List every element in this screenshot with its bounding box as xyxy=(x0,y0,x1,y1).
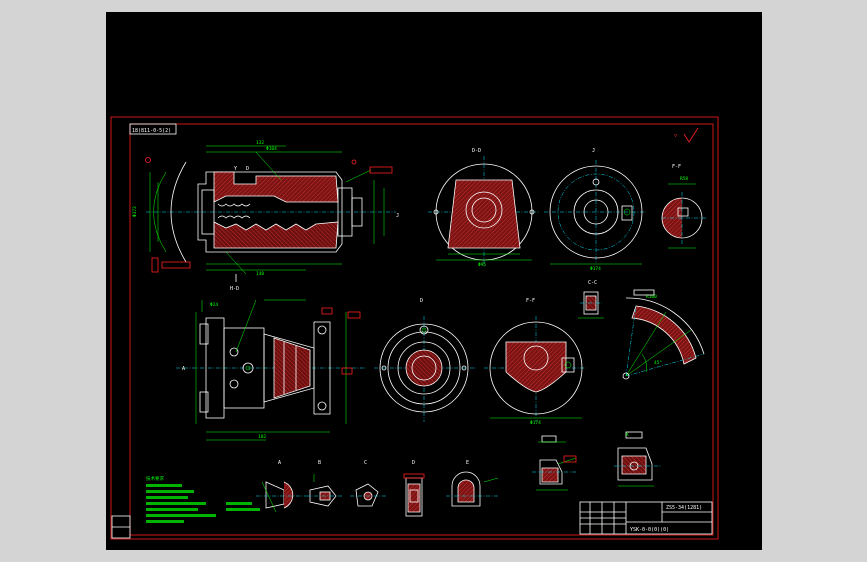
svg-text:A: A xyxy=(182,366,185,372)
svg-text:Y: Y xyxy=(234,166,237,172)
roughness-check-icon: ▽ xyxy=(674,127,699,143)
svg-text:R58: R58 xyxy=(680,176,688,182)
svg-text:Φ174: Φ174 xyxy=(530,420,541,426)
svg-text:C-C: C-C xyxy=(588,280,597,286)
svg-text:J: J xyxy=(396,213,399,219)
main-section-view: 132 Φ104 140 Φ172 J Y D H-D xyxy=(132,140,399,292)
svg-text:D: D xyxy=(246,166,249,172)
svg-text:D: D xyxy=(412,460,415,466)
svg-text:D: D xyxy=(420,298,423,304)
section-label-h-d: H-D xyxy=(230,286,239,292)
view-f-f-small: F-F R58 xyxy=(661,164,706,249)
svg-text:Φ104: Φ104 xyxy=(266,146,277,152)
svg-text:Φ174: Φ174 xyxy=(590,266,601,272)
svg-text:D-D: D-D xyxy=(472,148,481,154)
title-block: ZS5-34(1281) YSK-0-0(0)(0) xyxy=(579,501,713,535)
svg-text:45°: 45° xyxy=(654,360,662,366)
side-elevation-view: 182 A Φ24 xyxy=(176,299,366,441)
svg-text:J: J xyxy=(592,148,595,154)
arc-segment-view: R100 45° xyxy=(622,289,705,380)
svg-text:F-F: F-F xyxy=(526,298,535,304)
view-j: J Φ174 xyxy=(544,148,646,272)
cad-viewport[interactable]: 18(811-0-5(2) ▽ 132 Φ104 140 Φ172 J Y D … xyxy=(106,12,762,550)
detail-views: A B C D E xyxy=(256,460,499,517)
view-f-f-large: F-F Φ174 xyxy=(484,298,586,426)
outer-frame xyxy=(110,116,719,540)
svg-text:C: C xyxy=(364,460,367,466)
svg-text:132: 132 xyxy=(256,140,264,146)
svg-text:▽: ▽ xyxy=(674,133,677,139)
notes-heading: 技术要求 xyxy=(146,475,164,482)
title-block-code: ZS5-34(1281) xyxy=(666,505,702,511)
svg-text:Φ172: Φ172 xyxy=(132,206,138,217)
svg-text:140: 140 xyxy=(256,271,264,277)
drawing-sheet: 18(811-0-5(2) ▽ 132 Φ104 140 Φ172 J Y D … xyxy=(110,116,719,540)
svg-text:B: B xyxy=(318,460,321,466)
lower-detail-sections: K xyxy=(532,431,662,491)
view-c-c: C-C xyxy=(578,280,604,319)
svg-text:F-F: F-F xyxy=(672,164,681,170)
svg-text:K: K xyxy=(626,432,629,438)
svg-text:A: A xyxy=(278,460,281,466)
view-d-d: D-D Φ95 xyxy=(428,148,540,268)
title-block-name: YSK-0-0(0)(0) xyxy=(630,527,669,533)
svg-text:Φ95: Φ95 xyxy=(478,262,486,268)
svg-text:182: 182 xyxy=(258,434,266,440)
svg-text:E: E xyxy=(466,460,469,466)
svg-text:Φ24: Φ24 xyxy=(210,302,218,308)
technical-notes: 技术要求 xyxy=(146,475,260,523)
view-d: D xyxy=(374,298,476,422)
drawing-number-tag: 18(811-0-5(2) xyxy=(132,128,171,134)
margin-stamp xyxy=(111,515,131,539)
